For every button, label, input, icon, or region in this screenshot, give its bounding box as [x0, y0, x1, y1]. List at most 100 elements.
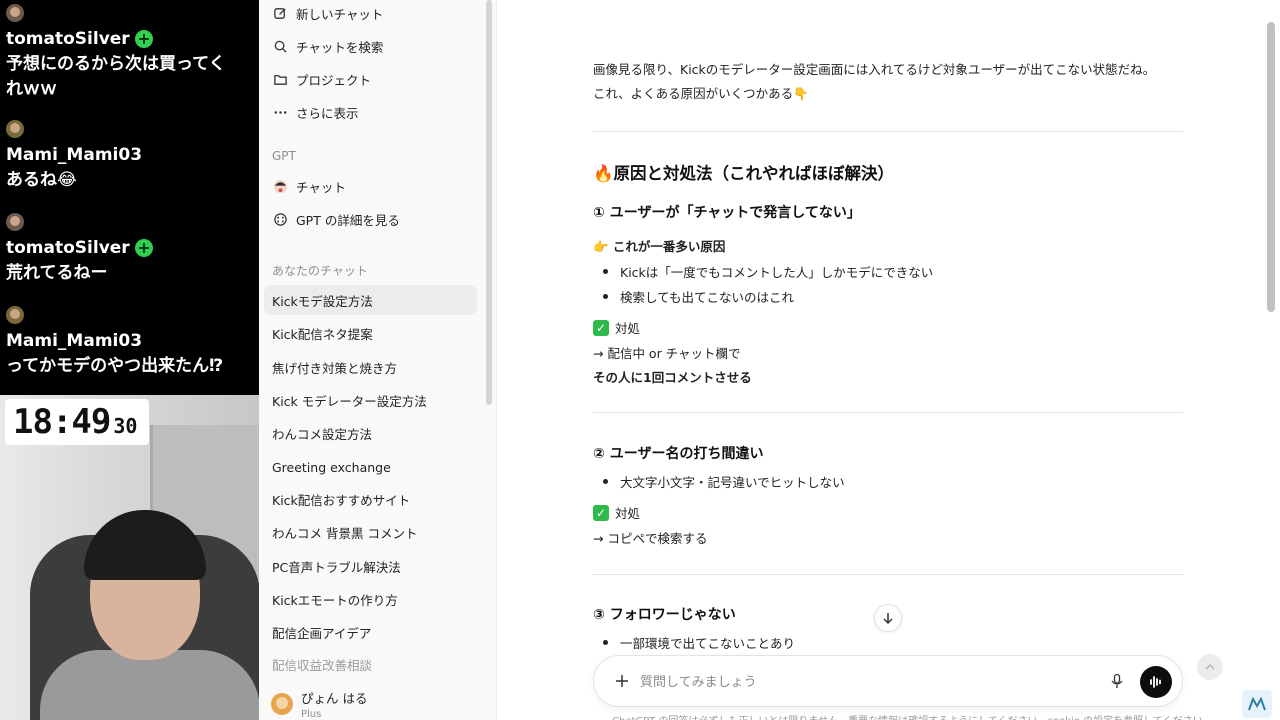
stream-chat-overlay: tomatoSilver 予想にのるから次は買ってく れｗｗ Mami_Mami…: [0, 0, 259, 395]
sidebar-item-gpt-chat[interactable]: チャット: [264, 171, 477, 201]
chat-text-line: ってかモデのやつ出来たん⁉: [6, 356, 224, 376]
chat-text: 荒れてるねー: [6, 261, 256, 286]
divider: [593, 131, 1183, 132]
search-icon: [272, 38, 288, 54]
sidebar-history-item[interactable]: Kickエモートの作り方: [264, 584, 477, 614]
message-composer: [593, 655, 1183, 707]
chat-message: tomatoSilver 荒れてるねー: [6, 213, 256, 286]
message-input[interactable]: [640, 670, 1040, 694]
folder-icon: [272, 71, 288, 87]
waveform-icon: [1150, 676, 1161, 688]
chat-username-row: tomatoSilver: [6, 237, 256, 259]
cause-2-title: ② ユーザー名の打ち間違い: [593, 446, 764, 462]
scroll-up-button[interactable]: [1197, 654, 1223, 680]
sidebar-history-item[interactable]: Kick配信ネタ提案: [264, 318, 477, 348]
sidebar-item-explore-gpts[interactable]: GPT の詳細を見る: [264, 204, 477, 234]
check-icon: ✓: [593, 319, 609, 336]
user-account-button[interactable]: ぴょん はる Plus: [271, 688, 367, 720]
fix-label-row: ✓ 対処: [593, 503, 640, 522]
fix-label: 対処: [615, 321, 641, 336]
edit-icon: [272, 5, 288, 21]
divider: [593, 412, 1183, 413]
chat-text-line: 予想にのるから次は買ってく: [6, 54, 226, 74]
history-label: Greeting exchange: [272, 459, 391, 475]
sidebar-history-item[interactable]: Greeting exchange: [264, 452, 477, 482]
chat-text: あるね😂: [6, 168, 256, 193]
stream-clock: 18:49 30: [5, 399, 149, 445]
intro-line: これ、よくある原因がいくつかある👇: [593, 86, 809, 101]
corner-logo-icon: [1242, 690, 1272, 718]
main-scrollbar[interactable]: [1267, 22, 1275, 312]
sidebar: 新しいチャット チャットを検索 プロジェクト さらに表示 GPT チャット GP…: [259, 0, 497, 720]
user-name: ぴょん はる: [301, 691, 368, 706]
add-attachment-button[interactable]: [610, 669, 634, 693]
history-label: 焦げ付き対策と焼き方: [272, 360, 398, 376]
sidebar-item-label: GPT の詳細を見る: [296, 212, 400, 228]
sidebar-history-item[interactable]: わんコメ設定方法: [264, 418, 477, 448]
history-label: PC音声トラブル解決法: [272, 559, 401, 575]
dictate-button[interactable]: [1106, 670, 1128, 692]
history-label: Kick モデレーター設定方法: [272, 393, 427, 409]
intro-line: 画像見る限り、Kickのモデレーター設定画面には入れてるけど対象ユーザーが出てこ…: [593, 62, 1156, 77]
chat-message: Mami_Mami03 あるね😂: [6, 120, 256, 193]
sidebar-history-item[interactable]: わんコメ 背景黒 コメント: [264, 517, 477, 547]
sidebar-history-item[interactable]: Kick配信おすすめサイト: [264, 484, 477, 514]
sidebar-history-item[interactable]: Kickモデ設定方法: [264, 285, 477, 315]
chat-username: tomatoSilver: [6, 238, 130, 258]
sidebar-section-history: あなたのチャット: [272, 264, 368, 278]
cause-3-title: ③ フォロワーじゃない: [593, 607, 736, 623]
sidebar-history-item[interactable]: 焦げ付き対策と焼き方: [264, 352, 477, 382]
sidebar-item-label: さらに表示: [296, 105, 359, 121]
sidebar-item-label: チャットを検索: [296, 39, 384, 55]
check-icon: ✓: [593, 504, 609, 521]
history-label: Kickエモートの作り方: [272, 592, 398, 608]
fix-label: 対処: [615, 506, 641, 521]
sidebar-item-new-chat[interactable]: 新しいチャット: [264, 0, 477, 28]
user-plan-badge: Plus: [301, 709, 322, 720]
chat-username-row: Mami_Mami03: [6, 330, 256, 352]
screen: tomatoSilver 予想にのるから次は買ってく れｗｗ Mami_Mami…: [0, 0, 1280, 720]
main-chat-area: 画像見る限り、Kickのモデレーター設定画面には入れてるけど対象ユーザーが出てこ…: [497, 0, 1280, 720]
disclaimer-text: ChatGPT の回答は必ずしも正しいとは限りません。重要な情報は確認するように…: [612, 712, 1213, 720]
sidebar-item-projects[interactable]: プロジェクト: [264, 64, 477, 94]
avatar: [271, 693, 293, 715]
chat-text: 予想にのるから次は買ってく れｗｗ: [6, 52, 256, 102]
fix-text: → 配信中 or チャット欄で: [593, 346, 741, 361]
chat-message: tomatoSilver 予想にのるから次は買ってく れｗｗ: [6, 4, 256, 102]
section-heading: 🔥原因と対処法（これやればほぼ解決）: [593, 164, 895, 183]
voice-mode-button[interactable]: [1140, 666, 1172, 698]
sidebar-item-label: チャット: [296, 179, 346, 195]
history-label: 配信収益改善相談: [272, 657, 373, 673]
list-item-text: 一部環境で出てこないことあり: [620, 636, 796, 651]
history-label: Kickモデ設定方法: [272, 293, 373, 309]
verified-badge-icon: [134, 239, 153, 257]
grid-icon: [272, 211, 288, 227]
divider: [593, 574, 1183, 575]
sidebar-section-gpt: GPT: [272, 149, 296, 163]
cause-1-title: ① ユーザーが「チャットで発言してない」: [593, 205, 861, 221]
sidebar-history-item[interactable]: 配信企画アイデア: [264, 617, 477, 647]
sidebar-history-item[interactable]: PC音声トラブル解決法: [264, 551, 477, 581]
sidebar-item-search-chats[interactable]: チャットを検索: [264, 31, 477, 61]
cause-1-subtitle: 👉 これが一番多い原因: [593, 239, 726, 254]
microphone-icon: [1111, 673, 1123, 688]
sidebar-item-show-more[interactable]: さらに表示: [264, 97, 477, 127]
clock-seconds: 30: [113, 414, 138, 438]
webcam-person-body: [40, 650, 259, 720]
scroll-to-bottom-button[interactable]: [874, 604, 902, 632]
more-icon: [272, 104, 288, 120]
chat-text-line: れｗｗ: [6, 79, 57, 99]
chat-username: tomatoSilver: [6, 29, 130, 49]
assistant-intro: 画像見る限り、Kickのモデレーター設定画面には入れてるけど対象ユーザーが出てこ…: [593, 58, 1185, 106]
chat-avatar: [6, 213, 24, 231]
sidebar-history-item[interactable]: Kick モデレーター設定方法: [264, 385, 477, 415]
sidebar-history-item[interactable]: 配信収益改善相談: [264, 649, 477, 679]
sidebar-scrollbar[interactable]: [486, 0, 492, 405]
verified-badge-icon: [134, 30, 153, 48]
fix-text: → コピペで検索する: [593, 531, 708, 546]
list-item-text: 大文字小文字・記号違いでヒットしない: [620, 475, 845, 490]
chat-text-line: 荒れてるねー: [6, 263, 108, 283]
chevron-up-icon: [1205, 664, 1215, 670]
sidebar-item-label: 新しいチャット: [296, 6, 384, 22]
clock-time: 18:49: [13, 402, 111, 442]
